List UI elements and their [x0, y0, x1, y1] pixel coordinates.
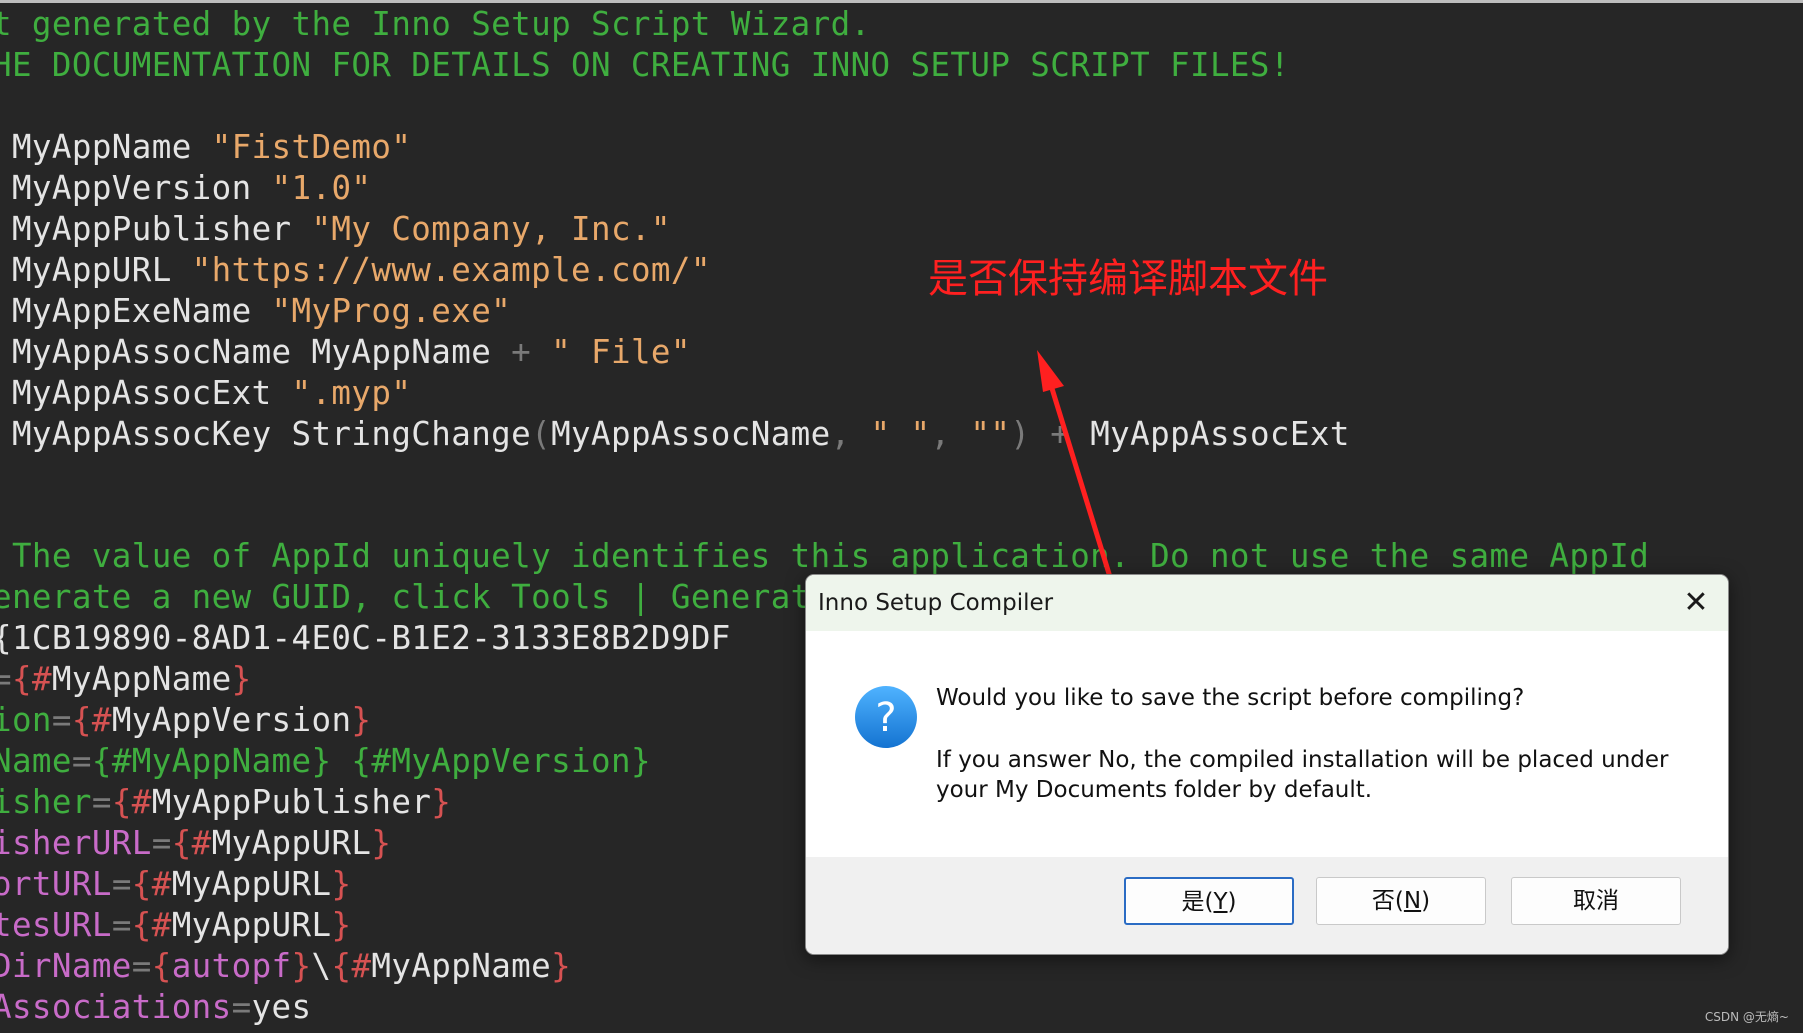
watermark: CSDN @无熵~	[1704, 1010, 1789, 1024]
dialog-message: Would you like to save the script before…	[936, 685, 1525, 711]
dialog-title: Inno Setup Compiler	[818, 590, 1054, 616]
yes-button[interactable]: 是(Y)	[1124, 877, 1294, 925]
question-icon: ?	[855, 686, 917, 748]
dialog-titlebar[interactable]: Inno Setup Compiler ✕	[806, 575, 1728, 631]
cancel-button[interactable]: 取消	[1511, 877, 1681, 925]
dialog-detail: If you answer No, the compiled installat…	[936, 747, 1669, 803]
svg-text:?: ?	[875, 695, 896, 741]
inno-setup-compiler-dialog: Inno Setup Compiler ✕ ? Would you like t…	[805, 574, 1729, 955]
close-icon[interactable]: ✕	[1678, 585, 1714, 621]
no-button[interactable]: 否(N)	[1316, 877, 1486, 925]
